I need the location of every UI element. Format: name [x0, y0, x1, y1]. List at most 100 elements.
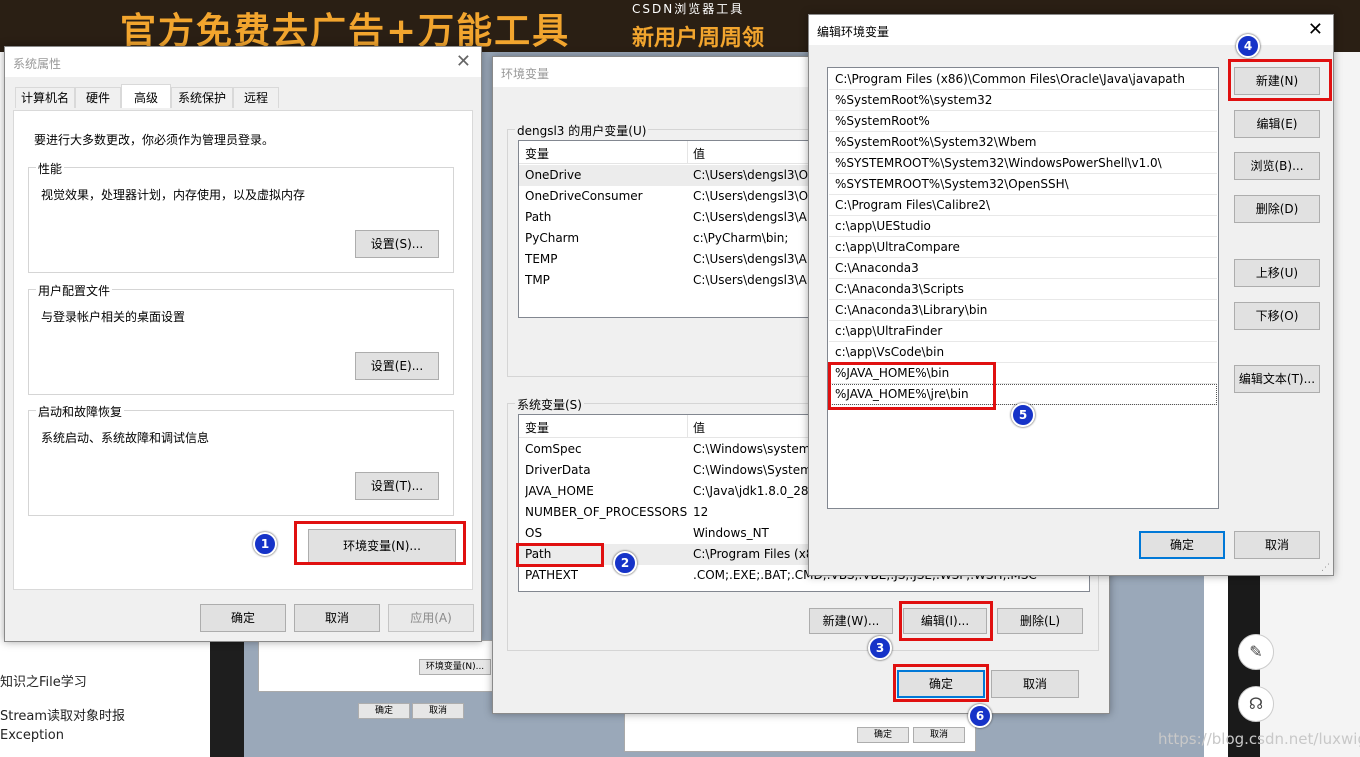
- highlight-java-paths: [828, 362, 996, 410]
- tab-computer-name[interactable]: 计算机名: [15, 87, 75, 108]
- column-variable[interactable]: 变量: [525, 145, 549, 162]
- ok-button[interactable]: 确定: [200, 604, 286, 632]
- titlebar[interactable]: 系统属性 ✕: [5, 47, 481, 77]
- list-item[interactable]: %SystemRoot%\System32\Wbem: [829, 132, 1217, 153]
- step-badge-3: 3: [868, 636, 892, 660]
- list-item[interactable]: C:\Anaconda3: [829, 258, 1217, 279]
- list-item[interactable]: %SYSTEMROOT%\System32\WindowsPowerShell\…: [829, 153, 1217, 174]
- path-entries-list[interactable]: C:\Program Files (x86)\Common Files\Orac…: [827, 67, 1219, 509]
- performance-label: 性能: [36, 160, 65, 177]
- variable-name: ComSpec: [525, 442, 582, 456]
- variable-name: TEMP: [525, 252, 558, 266]
- background-mini-window: 环境变量(N)...: [258, 640, 500, 692]
- list-item[interactable]: %SystemRoot%\system32: [829, 90, 1217, 111]
- left-snippet[interactable]: Stream读取对象时报: [0, 705, 125, 724]
- list-item[interactable]: c:\app\VsCode\bin: [829, 342, 1217, 363]
- highlight-env-variables-button: [294, 521, 466, 565]
- banner-tagline: 新用户周周领: [632, 26, 765, 51]
- left-snippet[interactable]: Exception: [0, 728, 64, 743]
- path-browse-button[interactable]: 浏览(B)...: [1234, 152, 1320, 180]
- startup-label: 启动和故障恢复: [36, 403, 125, 420]
- column-value[interactable]: 值: [693, 145, 705, 162]
- profile-group: 用户配置文件 与登录帐户相关的桌面设置 设置(E)...: [28, 282, 454, 395]
- step-badge-4: 4: [1236, 34, 1260, 58]
- variable-value: C:\Java\jdk1.8.0_281: [693, 484, 817, 498]
- mini-cancel-button: 取消: [412, 703, 464, 719]
- headset-icon[interactable]: ☊: [1238, 686, 1274, 722]
- list-item[interactable]: %SYSTEMROOT%\System32\OpenSSH\: [829, 174, 1217, 195]
- banner-headline: 官方免费去广告+万能工具: [120, 11, 571, 52]
- tab-hardware[interactable]: 硬件: [75, 87, 121, 108]
- step-badge-5: 5: [1011, 403, 1035, 427]
- variable-value: C:\Windows\system: [693, 442, 811, 456]
- list-item[interactable]: %SystemRoot%: [829, 111, 1217, 132]
- variable-value: C:\Windows\System: [693, 463, 812, 477]
- variable-name: JAVA_HOME: [525, 484, 594, 498]
- banner-browser-name: CSDN浏览器工具: [632, 2, 745, 16]
- list-item[interactable]: c:\app\UltraFinder: [829, 321, 1217, 342]
- cancel-button[interactable]: 取消: [1234, 531, 1320, 559]
- edit-text-button[interactable]: 编辑文本(T)...: [1234, 365, 1320, 393]
- variable-value: C:\Users\dengsl3\A: [693, 273, 807, 287]
- highlight-path-row: [516, 543, 604, 567]
- startup-settings-button[interactable]: 设置(T)...: [355, 472, 439, 500]
- cancel-button[interactable]: 取消: [294, 604, 380, 632]
- step-badge-1: 1: [253, 532, 277, 556]
- move-down-button[interactable]: 下移(O): [1234, 302, 1320, 330]
- list-item[interactable]: C:\Program Files\Calibre2\: [829, 195, 1217, 216]
- dialog-title: 系统属性: [13, 57, 62, 71]
- move-up-button[interactable]: 上移(U): [1234, 259, 1320, 287]
- cancel-button[interactable]: 取消: [991, 670, 1079, 698]
- column-separator[interactable]: [687, 415, 688, 437]
- variable-value: C:\Users\dengsl3\A: [693, 210, 807, 224]
- tab-strip: 计算机名 硬件 高级 系统保护 远程: [15, 84, 471, 111]
- startup-desc: 系统启动、系统故障和调试信息: [41, 431, 210, 445]
- user-variables-label: dengsl3 的用户变量(U): [515, 122, 649, 139]
- variable-value: c:\PyCharm\bin;: [693, 231, 789, 245]
- profile-label: 用户配置文件: [36, 282, 113, 299]
- tab-remote[interactable]: 远程: [233, 87, 279, 108]
- performance-group: 性能 视觉效果，处理器计划，内存使用，以及虚拟内存 设置(S)...: [28, 160, 454, 273]
- tab-system-protection[interactable]: 系统保护: [171, 87, 233, 108]
- variable-name: OneDriveConsumer: [525, 189, 643, 203]
- path-delete-button[interactable]: 删除(D): [1234, 195, 1320, 223]
- left-snippet[interactable]: 知识之File学习: [0, 671, 87, 690]
- performance-desc: 视觉效果，处理器计划，内存使用，以及虚拟内存: [41, 188, 306, 202]
- edit-icon[interactable]: ✎: [1238, 634, 1274, 670]
- resize-grip-icon[interactable]: ⋰: [1321, 563, 1331, 573]
- column-variable[interactable]: 变量: [525, 419, 549, 436]
- advanced-tab-panel: 要进行大多数更改，你必须作为管理员登录。 性能 视觉效果，处理器计划，内存使用，…: [13, 110, 473, 590]
- close-icon[interactable]: ✕: [1308, 19, 1323, 40]
- step-badge-2: 2: [613, 551, 637, 575]
- list-item[interactable]: c:\app\UEStudio: [829, 216, 1217, 237]
- variable-name: Path: [525, 210, 552, 224]
- mini-ok-button: 确定: [358, 703, 410, 719]
- variable-name: PyCharm: [525, 231, 580, 245]
- list-item[interactable]: C:\Anaconda3\Library\bin: [829, 300, 1217, 321]
- profile-settings-button[interactable]: 设置(E)...: [355, 352, 439, 380]
- performance-settings-button[interactable]: 设置(S)...: [355, 230, 439, 258]
- ok-button[interactable]: 确定: [1139, 531, 1225, 559]
- list-item[interactable]: c:\app\UltraCompare: [829, 237, 1217, 258]
- list-item[interactable]: C:\Anaconda3\Scripts: [829, 279, 1217, 300]
- highlight-edit-button: [899, 601, 993, 641]
- watermark-url: https://blog.csdn.net/luxwig: [1158, 730, 1360, 748]
- system-delete-button[interactable]: 删除(L): [997, 608, 1083, 634]
- system-new-button[interactable]: 新建(W)...: [809, 608, 893, 634]
- profile-desc: 与登录帐户相关的桌面设置: [41, 310, 186, 324]
- mini-cancel-button-2: 取消: [913, 727, 965, 743]
- column-value[interactable]: 值: [693, 419, 705, 436]
- variable-value: C:\Users\dengsl3\O: [693, 189, 809, 203]
- tab-advanced[interactable]: 高级: [121, 84, 171, 108]
- variable-name: NUMBER_OF_PROCESSORS: [525, 505, 688, 519]
- apply-button[interactable]: 应用(A): [388, 604, 474, 632]
- highlight-new-button: [1228, 59, 1332, 101]
- variable-name: OS: [525, 526, 543, 540]
- path-edit-button[interactable]: 编辑(E): [1234, 110, 1320, 138]
- close-icon[interactable]: ✕: [456, 51, 471, 72]
- list-item[interactable]: C:\Program Files (x86)\Common Files\Orac…: [829, 69, 1217, 90]
- variable-name: DriverData: [525, 463, 591, 477]
- column-separator[interactable]: [687, 141, 688, 163]
- variable-value: C:\Users\dengsl3\O: [693, 168, 809, 182]
- variable-name: OneDrive: [525, 168, 582, 182]
